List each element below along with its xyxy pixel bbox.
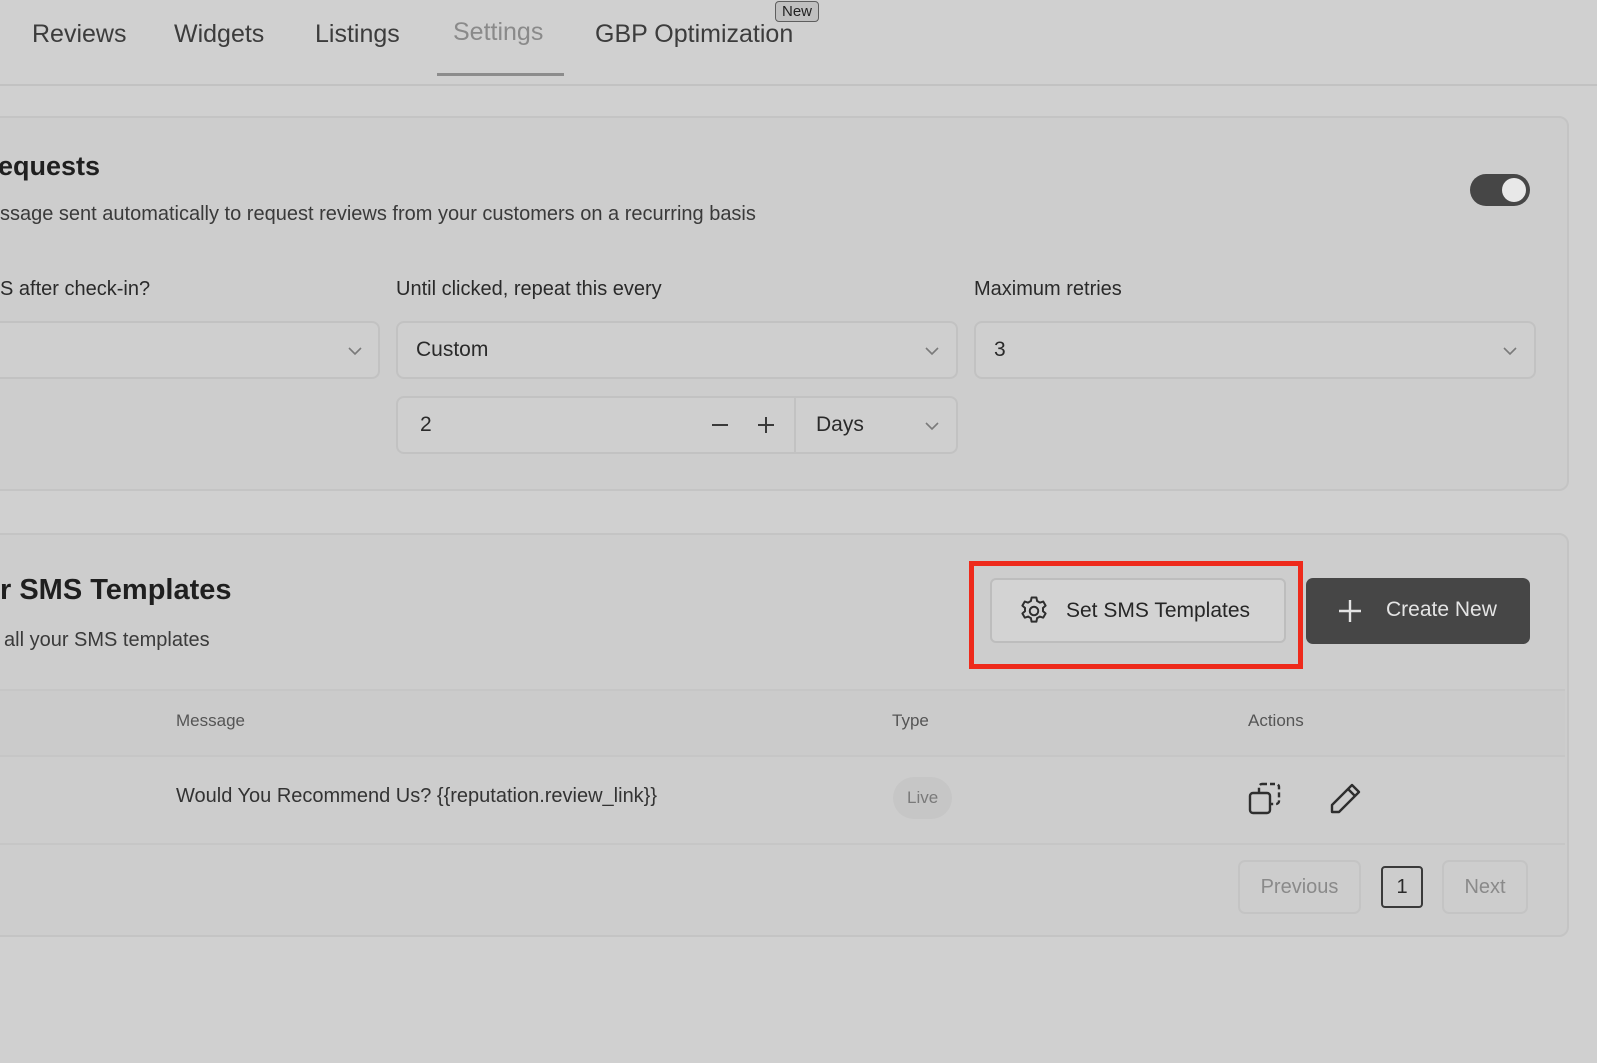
max-retries-value: 3 — [994, 338, 1006, 361]
new-badge: New — [775, 1, 820, 22]
table-header: Message Type Actions — [0, 689, 1565, 757]
plus-icon — [1339, 600, 1361, 622]
next-page-button[interactable]: Next — [1442, 860, 1528, 914]
plus-icon[interactable] — [751, 410, 781, 440]
templates-card-subtitle: all your SMS templates — [4, 629, 210, 651]
chevron-down-icon — [348, 347, 362, 356]
create-new-button[interactable]: Create New — [1306, 578, 1530, 644]
toggle-knob — [1502, 178, 1526, 202]
chevron-down-icon — [1503, 347, 1517, 356]
interval-unit-select[interactable]: Days — [816, 413, 864, 437]
tab-gbp-optimization[interactable]: GBP Optimization — [595, 20, 793, 49]
set-sms-templates-label: Set SMS Templates — [1066, 599, 1251, 622]
tab-listings[interactable]: Listings — [315, 20, 400, 49]
tab-reviews[interactable]: Reviews — [32, 20, 126, 49]
column-header-type: Type — [892, 711, 929, 730]
column-header-actions: Actions — [1248, 711, 1304, 730]
after-checkin-label: S after check-in? — [0, 278, 151, 300]
minus-icon[interactable] — [705, 410, 735, 440]
edit-icon[interactable] — [1325, 779, 1365, 819]
max-retries-label: Maximum retries — [974, 278, 1122, 300]
top-tabs: Reviews Widgets Listings Settings GBP Op… — [0, 0, 1597, 86]
repeat-every-label: Until clicked, repeat this every — [396, 278, 662, 300]
table-row: Would You Recommend Us? {{reputation.rev… — [0, 755, 1565, 845]
column-header-message: Message — [176, 711, 245, 730]
set-sms-templates-button[interactable]: Set SMS Templates — [990, 578, 1286, 643]
requests-enabled-toggle[interactable] — [1470, 174, 1530, 206]
gear-icon — [1021, 596, 1047, 623]
interval-value[interactable]: 2 — [420, 413, 432, 437]
after-checkin-select[interactable] — [0, 321, 380, 379]
copy-icon[interactable] — [1245, 779, 1285, 819]
stepper-divider — [794, 398, 796, 452]
previous-page-button[interactable]: Previous — [1238, 860, 1361, 914]
templates-card-title: r SMS Templates — [0, 574, 232, 606]
chevron-down-icon — [925, 347, 939, 356]
page-1-button[interactable]: 1 — [1381, 866, 1423, 908]
create-new-label: Create New — [1386, 598, 1497, 621]
max-retries-select[interactable]: 3 — [974, 321, 1536, 379]
active-tab-indicator — [437, 73, 564, 76]
tab-settings[interactable]: Settings — [453, 18, 543, 47]
interval-stepper: 2 Days — [396, 396, 958, 454]
chevron-down-icon — [925, 422, 939, 431]
tab-widgets[interactable]: Widgets — [174, 20, 264, 49]
type-badge: Live — [893, 777, 953, 819]
template-message: Would You Recommend Us? {{reputation.rev… — [176, 785, 658, 807]
requests-card-title: equests — [0, 151, 101, 181]
repeat-every-select[interactable]: Custom — [396, 321, 958, 379]
requests-card-subtitle: ssage sent automatically to request revi… — [0, 203, 756, 225]
repeat-every-value: Custom — [416, 338, 489, 361]
